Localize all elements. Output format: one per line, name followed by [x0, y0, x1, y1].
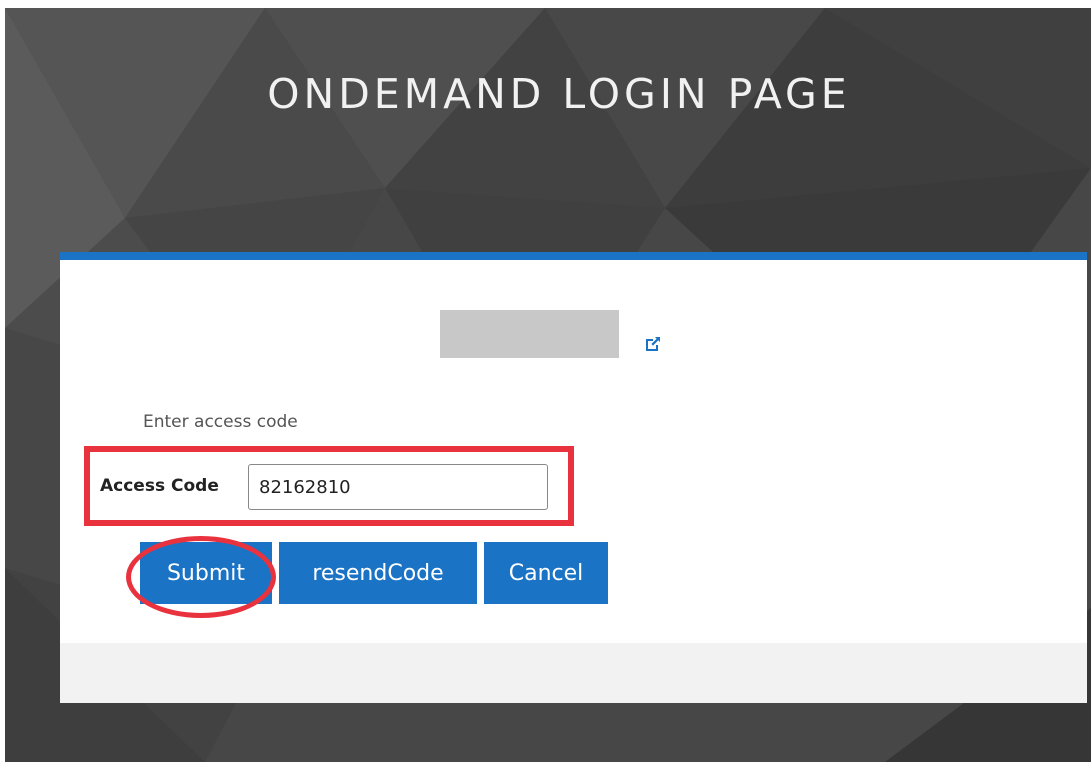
external-link-icon[interactable] [643, 334, 663, 354]
login-card: Enter access code Access Code Submit res… [60, 252, 1087, 703]
card-footer [60, 643, 1087, 703]
access-code-label: Access Code [100, 476, 219, 496]
access-code-prompt: Enter access code [143, 412, 298, 432]
submit-button[interactable]: Submit [140, 542, 272, 604]
resend-code-button[interactable]: resendCode [279, 542, 477, 604]
access-code-input[interactable] [248, 464, 548, 510]
cancel-button[interactable]: Cancel [484, 542, 608, 604]
access-code-row-highlight: Access Code [84, 446, 574, 526]
page-title: ONDEMAND LOGIN PAGE [267, 70, 851, 118]
redacted-logo [440, 310, 619, 358]
